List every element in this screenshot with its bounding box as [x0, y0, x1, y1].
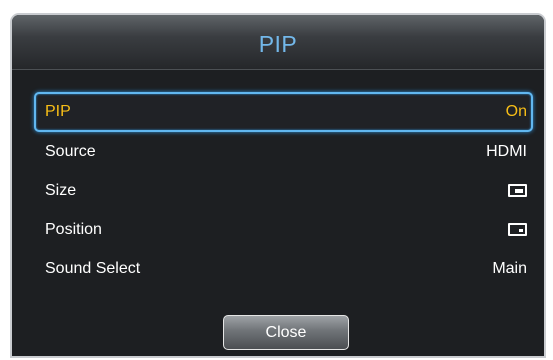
pip-position-icon — [508, 223, 527, 236]
menu-item-value: HDMI — [486, 142, 527, 160]
menu-item-pip[interactable]: PIP On — [34, 92, 533, 132]
menu-item-label: Source — [45, 142, 96, 160]
menu-item-value: On — [505, 103, 527, 120]
menu-item-sound-select[interactable]: Sound Select Main — [34, 249, 533, 288]
menu-item-label: PIP — [45, 103, 71, 120]
menu-item-source[interactable]: Source HDMI — [34, 132, 533, 171]
menu-item-size[interactable]: Size — [34, 171, 533, 210]
pip-dialog: PIP PIP On Source HDMI Size Position Sou… — [10, 13, 546, 358]
menu-item-value — [508, 184, 527, 197]
menu-item-label: Size — [45, 181, 77, 199]
pip-size-icon — [508, 184, 527, 197]
menu-item-label: Sound Select — [45, 259, 141, 277]
dialog-title: PIP — [258, 31, 298, 57]
dialog-titlebar: PIP — [12, 15, 544, 70]
menu-item-value — [508, 223, 527, 236]
menu-item-position[interactable]: Position — [34, 210, 533, 249]
pip-menu: PIP On Source HDMI Size Position Sound S… — [34, 92, 533, 288]
menu-item-label: Position — [45, 220, 102, 238]
menu-item-value: Main — [492, 259, 527, 277]
close-button[interactable]: Close — [223, 315, 349, 350]
